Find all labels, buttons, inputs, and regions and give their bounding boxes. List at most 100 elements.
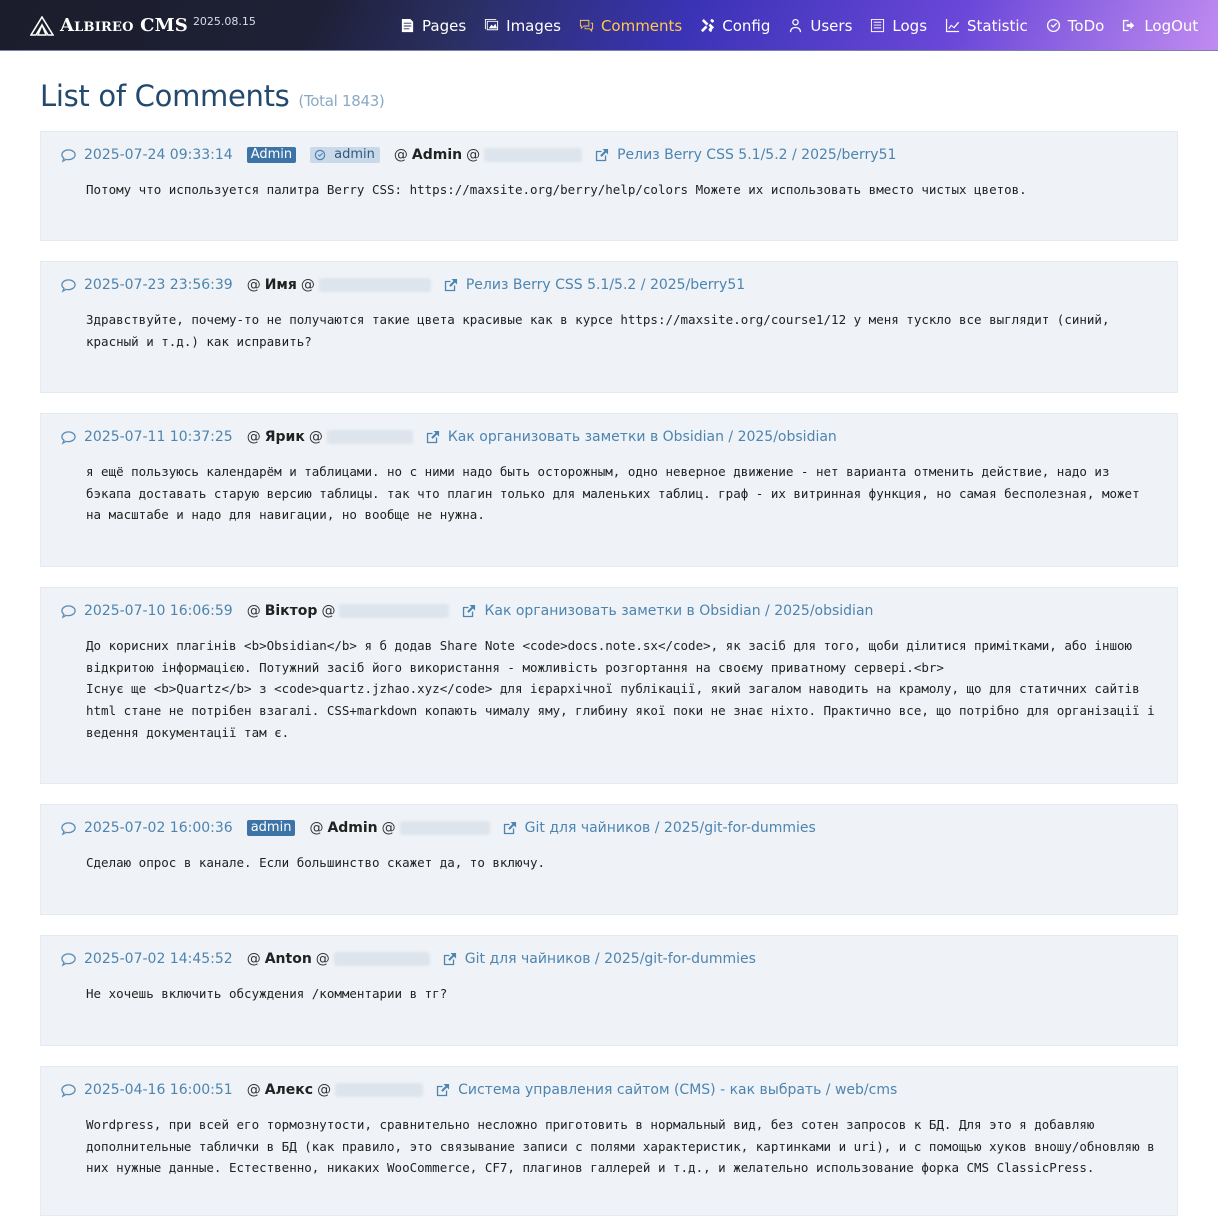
external-link-icon[interactable] — [594, 148, 609, 163]
file-icon — [401, 18, 414, 33]
user-badge: admin — [310, 147, 380, 163]
comment-author: Ярик — [264, 429, 305, 445]
brand[interactable]: Albireo CMS 2025.08.15 — [30, 13, 256, 39]
blurred-ip — [318, 278, 431, 292]
nav-label: Users — [810, 16, 853, 35]
comment-text: Сделаю опрос в канале. Если большинство … — [86, 855, 546, 870]
comment-card: 2025-04-16 16:00:51 @ Алекс @ Система уп… — [40, 1066, 1178, 1216]
comment-author: Віктор — [264, 603, 318, 619]
comment-author: Имя — [264, 277, 297, 293]
comment-card: 2025-07-11 10:37:25 @ Ярик @ Как организ… — [40, 413, 1178, 567]
post-link[interactable]: Git для чайников / 2025/git-for-dummies — [525, 820, 816, 836]
comment-text: До корисних плагінів <b>Obsidian</b> я б… — [86, 638, 1155, 740]
check-circle-icon — [1046, 18, 1060, 33]
post-link[interactable]: Система управления сайтом (CMS) - как вы… — [458, 1082, 897, 1098]
post-link[interactable]: Как организовать заметки в Obsidian / 20… — [484, 603, 873, 619]
comment-meta: 2025-07-23 23:56:39 @ Имя @ Релиз Berry … — [61, 276, 1157, 294]
external-link-icon[interactable] — [461, 604, 476, 619]
comment-text: Здравствуйте, почему-то не получаются та… — [86, 312, 1118, 349]
comment-meta: 2025-07-10 16:06:59 @ Віктор @ Как орган… — [61, 602, 1157, 620]
comment-meta: 2025-07-11 10:37:25 @ Ярик @ Как организ… — [61, 428, 1157, 446]
blurred-ip — [333, 952, 430, 966]
post-link[interactable]: Git для чайников / 2025/git-for-dummies — [465, 951, 756, 967]
comment-date[interactable]: 2025-07-10 16:06:59 — [84, 603, 233, 619]
top-navbar: Albireo CMS 2025.08.15 Pages Images Comm… — [0, 0, 1218, 51]
nav-item-logout[interactable]: LogOut — [1122, 17, 1198, 35]
nav-label: Logs — [892, 16, 928, 35]
nav-item-users[interactable]: Users — [788, 17, 852, 35]
comment-date[interactable]: 2025-07-11 10:37:25 — [84, 429, 233, 445]
nav-item-comments[interactable]: Comments — [579, 17, 682, 35]
comment-meta: 2025-07-02 16:00:36 admin @ Admin @ Git … — [61, 819, 1157, 837]
comment-card: 2025-07-02 14:45:52 @ Anton @ Git для ча… — [40, 935, 1178, 1046]
external-link-icon[interactable] — [435, 1083, 450, 1098]
comments-icon — [579, 19, 593, 33]
nav-item-logs[interactable]: Logs — [870, 17, 927, 35]
comment-text: Потому что используется палитра Berry CS… — [86, 182, 1027, 197]
nav-label: Pages — [422, 16, 467, 35]
check-circle-icon — [314, 149, 326, 161]
comment-card: 2025-07-23 23:56:39 @ Имя @ Релиз Berry … — [40, 261, 1178, 393]
post-link[interactable]: Релиз Berry CSS 5.1/5.2 / 2025/berry51 — [617, 147, 896, 163]
post-link[interactable]: Как организовать заметки в Obsidian / 20… — [448, 429, 837, 445]
comment-bubble-icon — [61, 1083, 76, 1098]
blurred-ip — [399, 821, 490, 835]
blurred-ip — [339, 604, 450, 618]
nav-item-pages[interactable]: Pages — [400, 17, 466, 35]
comment-author: Anton — [264, 951, 312, 967]
blurred-ip — [484, 148, 583, 162]
page-title: List of Comments (Total 1843) — [40, 79, 385, 113]
comment-bubble-icon — [61, 604, 76, 619]
list-icon — [871, 18, 885, 33]
comment-author: Admin — [327, 820, 378, 836]
comment-meta: 2025-07-24 09:33:14 Admin admin @ Admin … — [61, 146, 1157, 164]
external-link-icon[interactable] — [425, 430, 440, 445]
external-link-icon[interactable] — [443, 278, 458, 293]
user-icon — [790, 18, 802, 33]
total-count: (Total 1843) — [298, 92, 385, 110]
albireo-logo-icon — [30, 16, 54, 36]
status-badge: Admin — [246, 147, 297, 163]
nav-item-statistic[interactable]: Statistic — [945, 17, 1028, 35]
blurred-ip — [335, 1083, 424, 1097]
external-link-icon[interactable] — [442, 952, 457, 967]
comment-bubble-icon — [61, 148, 76, 163]
comment-meta: 2025-04-16 16:00:51 @ Алекс @ Система уп… — [61, 1081, 1157, 1099]
status-badge: admin — [246, 820, 296, 836]
comment-text: я ещё пользуюсь календарём и таблицами. … — [86, 464, 1148, 523]
comment-card: 2025-07-02 16:00:36 admin @ Admin @ Git … — [40, 804, 1178, 915]
comment-text: Wordpress, при всей его тормознутости, с… — [86, 1117, 1163, 1176]
nav-label: Statistic — [967, 16, 1028, 35]
post-link[interactable]: Релиз Berry CSS 5.1/5.2 / 2025/berry51 — [466, 277, 745, 293]
nav-label: Images — [506, 16, 561, 35]
images-icon — [485, 18, 499, 31]
comment-date[interactable]: 2025-07-24 09:33:14 — [84, 147, 233, 163]
nav-item-todo[interactable]: ToDo — [1046, 17, 1104, 35]
nav-label: LogOut — [1144, 16, 1199, 35]
chart-icon — [945, 18, 960, 33]
comment-bubble-icon — [61, 952, 76, 967]
comment-card: 2025-07-24 09:33:14 Admin admin @ Admin … — [40, 131, 1178, 241]
comment-date[interactable]: 2025-07-23 23:56:39 — [84, 277, 233, 293]
comment-text: Не хочешь включить обсуждения /комментар… — [86, 986, 448, 1001]
app-name: Albireo CMS — [60, 15, 188, 36]
comment-author: Admin — [411, 147, 463, 163]
comment-bubble-icon — [61, 821, 76, 836]
comment-bubble-icon — [61, 430, 76, 445]
blurred-ip — [326, 430, 413, 444]
logout-icon — [1123, 19, 1135, 32]
nav-item-images[interactable]: Images — [484, 17, 561, 35]
nav-label: Comments — [600, 16, 683, 35]
comment-date[interactable]: 2025-04-16 16:00:51 — [84, 1082, 233, 1098]
app-version: 2025.08.15 — [192, 15, 256, 28]
nav-label: Config — [722, 16, 771, 35]
tools-icon — [701, 18, 715, 33]
external-link-icon[interactable] — [502, 821, 517, 836]
nav-item-config[interactable]: Config — [700, 17, 770, 35]
main-nav: Pages Images Comments Config Users Logs … — [400, 0, 1198, 51]
comment-card: 2025-07-10 16:06:59 @ Віктор @ Как орган… — [40, 587, 1178, 784]
comment-author: Алекс — [264, 1082, 314, 1098]
comment-date[interactable]: 2025-07-02 16:00:36 — [84, 820, 233, 836]
comment-date[interactable]: 2025-07-02 14:45:52 — [84, 951, 233, 967]
comment-bubble-icon — [61, 278, 76, 293]
